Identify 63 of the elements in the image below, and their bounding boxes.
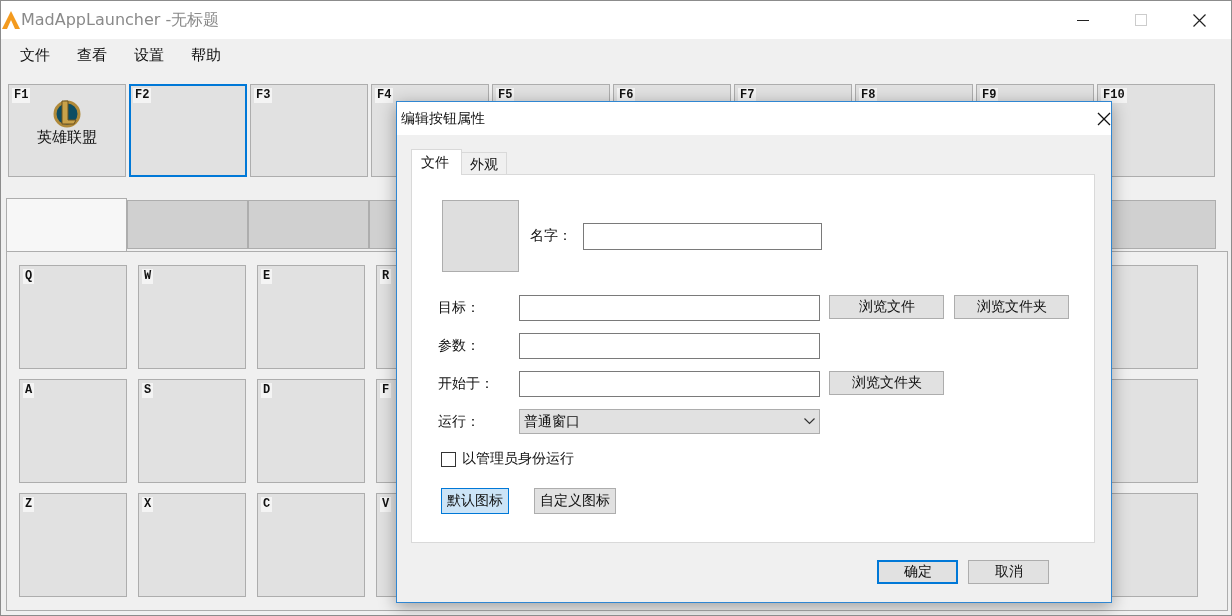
menu-item[interactable]: 设置 [125,45,173,65]
key-button[interactable]: D [257,379,365,483]
ok-button[interactable]: 确定 [877,560,958,584]
app-logo-icon [1,10,21,30]
icon-option-button[interactable]: 默认图标 [441,488,509,514]
key-button[interactable]: F3 [250,84,368,177]
key-label: C [261,497,273,512]
input-field[interactable] [519,295,820,321]
key-label: F4 [375,88,394,103]
key-button[interactable]: Q [19,265,127,369]
key-label: S [142,383,154,398]
app-name: 英雄联盟 [37,128,97,146]
tab[interactable]: 外观 [461,152,507,174]
window-title: MadAppLauncher -无标题 [21,9,220,31]
close-icon[interactable] [1193,13,1206,27]
dialog-title: 编辑按钮属性 [401,109,485,128]
field-label: 运行： [438,412,481,431]
key-button[interactable]: A [19,379,127,483]
key-label: X [142,497,154,512]
key-label: Q [23,269,35,284]
key-label: F3 [254,88,273,103]
key-button[interactable]: F1 英雄联盟 [8,84,126,177]
browse-button[interactable]: 浏览文件夹 [829,371,944,395]
field-label: 参数： [438,337,481,355]
emblem-icon [52,98,82,128]
key-label: R [380,269,392,284]
menu-item[interactable]: 查看 [68,45,116,65]
dropdown-value: 普通窗口 [524,412,580,431]
input-field[interactable] [519,333,820,359]
key-label: Z [23,497,35,512]
field-label: 开始于： [438,375,495,393]
key-button[interactable]: C [257,493,365,597]
chevron-down-icon [804,418,815,425]
browse-button[interactable]: 浏览文件 [829,295,944,319]
key-label: E [261,269,273,284]
checkbox[interactable] [441,451,456,467]
key-label: F2 [133,88,152,103]
input-field[interactable] [519,371,820,397]
browse-button[interactable]: 浏览文件夹 [954,295,1069,319]
key-label: V [380,497,392,512]
key-label: F [380,383,392,398]
menu-item[interactable]: 文件 [11,45,59,65]
run-mode-dropdown[interactable]: 普通窗口 [519,409,820,434]
name-field[interactable] [583,222,822,250]
menu-item[interactable]: 帮助 [182,45,230,65]
tab[interactable]: 文件 [411,149,462,175]
key-label: D [261,383,273,398]
key-button[interactable]: E [257,265,365,369]
field-label: 目标： [438,299,481,317]
cancel-button[interactable]: 取消 [968,560,1049,584]
key-label: F10 [1101,88,1127,103]
key-button[interactable]: F2 [129,84,247,177]
checkbox-label: 以管理员身份运行 [462,450,574,468]
key-button[interactable]: Z [19,493,127,597]
key-button[interactable]: W [138,265,246,369]
icon-option-button[interactable]: 自定义图标 [534,488,616,514]
key-button[interactable]: S [138,379,246,483]
key-button[interactable]: X [138,493,246,597]
key-label: W [142,269,154,284]
field-label: 名字： [530,227,573,245]
key-label: A [23,383,35,398]
key-label: F1 [12,88,31,103]
close-icon[interactable] [1097,111,1111,126]
